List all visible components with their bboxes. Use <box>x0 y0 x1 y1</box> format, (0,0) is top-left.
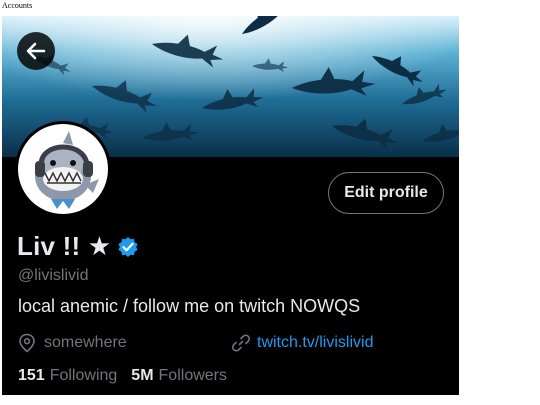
verified-badge-icon[interactable] <box>117 236 139 258</box>
followers-count: 5M <box>131 367 154 384</box>
back-button[interactable] <box>17 32 55 70</box>
link-icon <box>231 334 251 352</box>
followers-stat[interactable]: 5M Followers <box>131 367 227 385</box>
avatar-image <box>18 124 108 214</box>
following-label: Following <box>49 367 118 384</box>
edit-profile-button[interactable]: Edit profile <box>328 172 444 214</box>
website-link[interactable]: twitch.tv/livislivid <box>257 334 373 352</box>
profile-bio: local anemic / follow me on twitch NOWQS <box>18 296 361 316</box>
location-text: somewhere <box>44 334 127 351</box>
page-note: Accounts <box>2 1 33 10</box>
following-count: 151 <box>18 367 45 384</box>
profile-stats: 151 Following 5M Followers <box>18 367 227 385</box>
user-handle: @livislivid <box>18 267 89 284</box>
profile-name-row: Liv !! ★ <box>17 231 139 262</box>
avatar[interactable] <box>15 121 111 217</box>
profile-meta: somewhere twitch.tv/livislivid <box>18 333 448 355</box>
followers-label: Followers <box>158 367 227 384</box>
arrow-left-icon <box>26 42 46 60</box>
profile-card: Edit profile Liv !! ★ @livislivid local … <box>2 16 459 395</box>
profile-location: somewhere <box>18 333 127 353</box>
display-name: Liv !! ★ <box>17 231 112 261</box>
location-pin-icon <box>19 333 35 353</box>
profile-website[interactable]: twitch.tv/livislivid <box>231 333 373 353</box>
following-stat[interactable]: 151 Following <box>18 367 117 385</box>
